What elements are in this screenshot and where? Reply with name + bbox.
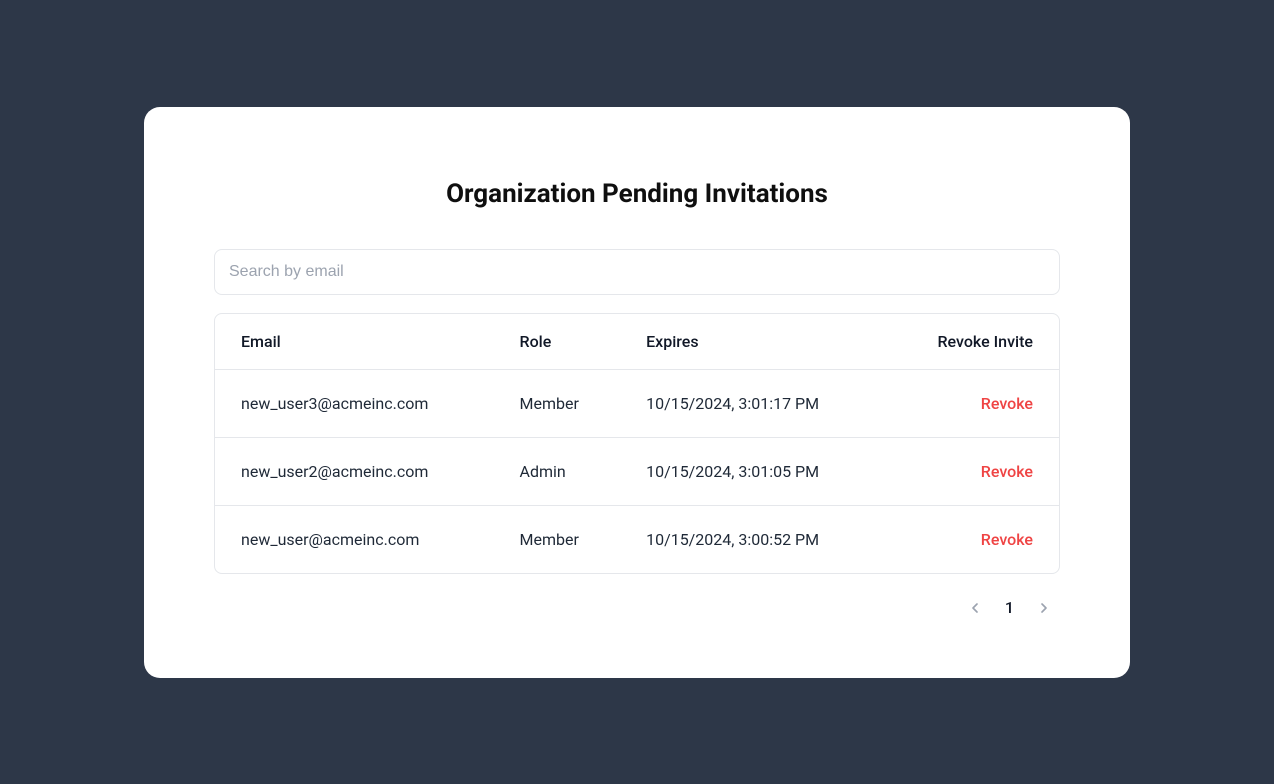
cell-expires: 10/15/2024, 3:01:17 PM — [620, 369, 890, 437]
header-email: Email — [215, 314, 494, 370]
search-input[interactable] — [214, 249, 1060, 295]
cell-expires: 10/15/2024, 3:00:52 PM — [620, 505, 890, 573]
table-row: new_user@acmeinc.com Member 10/15/2024, … — [215, 505, 1059, 573]
chevron-right-icon[interactable] — [1034, 598, 1054, 618]
table-header-row: Email Role Expires Revoke Invite — [215, 314, 1059, 370]
invitations-table-container: Email Role Expires Revoke Invite new_use… — [214, 313, 1060, 574]
cell-email: new_user@acmeinc.com — [215, 505, 494, 573]
cell-email: new_user3@acmeinc.com — [215, 369, 494, 437]
page-title: Organization Pending Invitations — [214, 179, 1060, 209]
page-number: 1 — [1005, 598, 1014, 617]
revoke-button[interactable]: Revoke — [916, 394, 1033, 413]
cell-role: Member — [494, 505, 621, 573]
cell-role: Member — [494, 369, 621, 437]
table-row: new_user2@acmeinc.com Admin 10/15/2024, … — [215, 437, 1059, 505]
header-revoke: Revoke Invite — [890, 314, 1059, 370]
chevron-left-icon[interactable] — [965, 598, 985, 618]
header-role: Role — [494, 314, 621, 370]
cell-role: Admin — [494, 437, 621, 505]
invitations-table: Email Role Expires Revoke Invite new_use… — [215, 314, 1059, 573]
revoke-button[interactable]: Revoke — [916, 530, 1033, 549]
table-row: new_user3@acmeinc.com Member 10/15/2024,… — [215, 369, 1059, 437]
cell-email: new_user2@acmeinc.com — [215, 437, 494, 505]
invitations-card: Organization Pending Invitations Email R… — [144, 107, 1130, 678]
revoke-button[interactable]: Revoke — [916, 462, 1033, 481]
cell-expires: 10/15/2024, 3:01:05 PM — [620, 437, 890, 505]
header-expires: Expires — [620, 314, 890, 370]
pagination: 1 — [214, 598, 1060, 618]
